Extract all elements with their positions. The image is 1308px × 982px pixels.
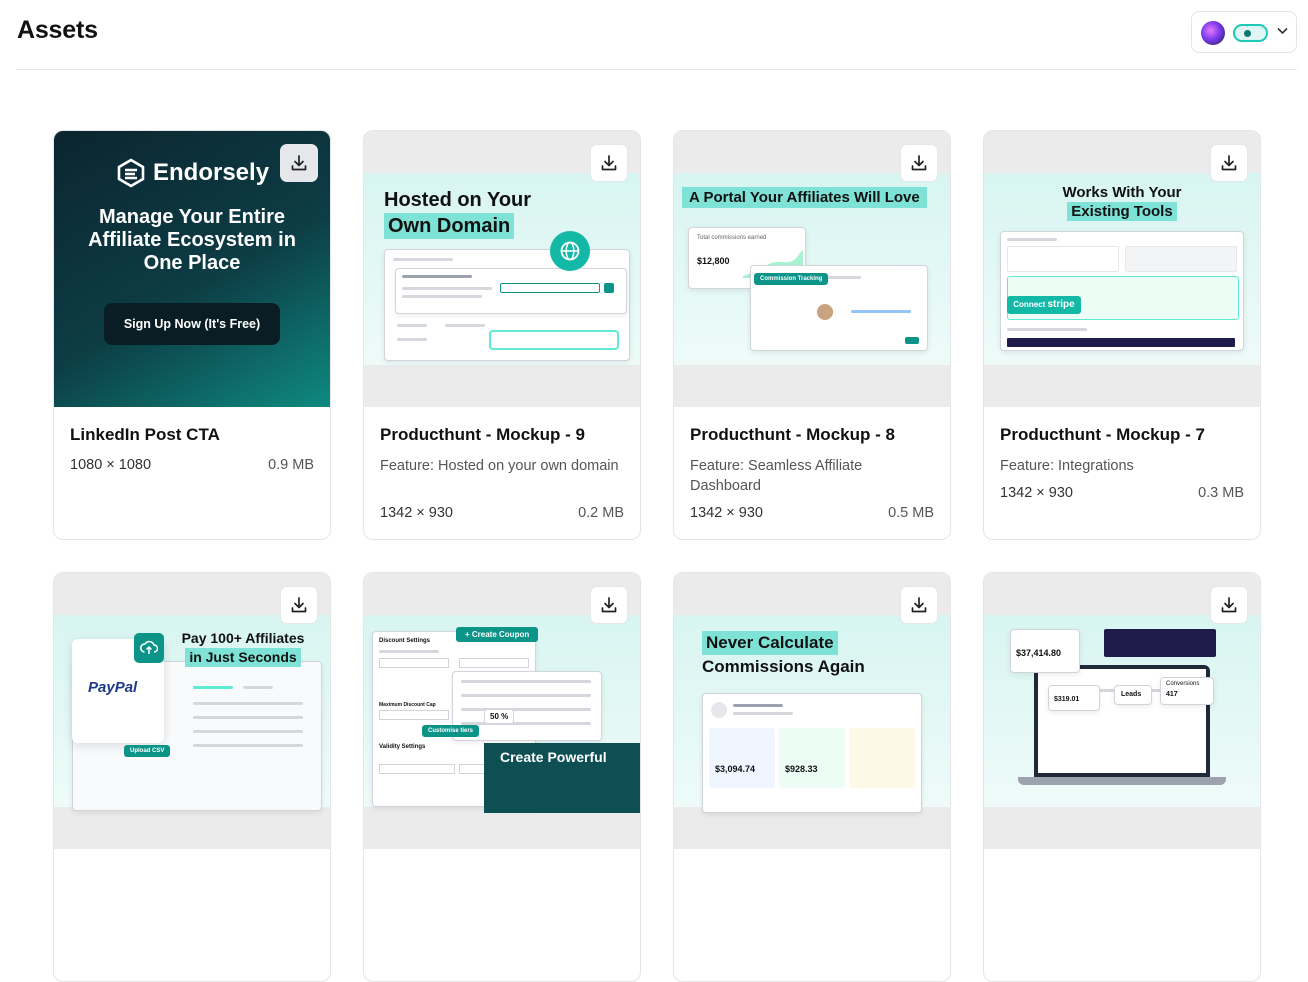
asset-card[interactable]: $37,414.80 $319.01 Leads Conversions 417 (983, 572, 1261, 982)
upload-csv-chip: Upload CSV (124, 745, 171, 757)
asset-card[interactable]: Endorsely Manage Your Entire Affiliate E… (53, 130, 331, 540)
asset-dimensions: 1080 × 1080 (70, 457, 152, 473)
download-icon (1221, 155, 1237, 171)
banner-headline: Hosted on Your (384, 189, 532, 211)
commission-tracking-chip: Commission Tracking (754, 273, 829, 285)
asset-file-size: 0.3 MB (1198, 485, 1244, 501)
banner-headline: A Portal Your Affiliates Will Love (682, 187, 927, 208)
asset-file-size: 0.9 MB (268, 457, 314, 473)
download-icon (911, 597, 927, 613)
status-toggle[interactable] (1233, 24, 1268, 42)
avatar (1201, 21, 1225, 45)
upload-cloud-icon (134, 633, 164, 663)
mock-settings-window (384, 249, 630, 361)
asset-card[interactable]: Hosted on Your Own Domain Producthunt - … (363, 130, 641, 540)
asset-card[interactable]: Never Calculate Commissions Again $3,094… (673, 572, 951, 982)
download-icon (291, 155, 307, 171)
download-button[interactable] (900, 586, 938, 624)
endorsely-logo: Endorsely (116, 158, 269, 188)
download-button[interactable] (590, 144, 628, 182)
asset-description: Feature: Hosted on your own domain (380, 458, 619, 474)
banner-footer-text: Create Powerful (484, 743, 640, 813)
asset-title: Producthunt - Mockup - 8 (690, 425, 895, 444)
globe-icon (550, 231, 590, 271)
banner-headline-highlight: in Just Seconds (185, 648, 301, 667)
mock-commissions-window: $3,094.74 $928.33 (702, 693, 922, 813)
download-button[interactable] (280, 144, 318, 182)
download-icon (1221, 597, 1237, 613)
chevron-down-icon (1277, 26, 1288, 38)
banner-headline-highlight: Never Calculate (702, 631, 838, 655)
create-coupon-button: + Create Coupon (456, 627, 539, 642)
signup-cta: Sign Up Now (It's Free) (104, 303, 280, 345)
asset-card[interactable]: Works With Your Existing Tools Connect s… (983, 130, 1261, 540)
asset-title: Producthunt - Mockup - 7 (1000, 425, 1205, 444)
download-button[interactable] (1210, 144, 1248, 182)
banner-headline-highlight: Own Domain (384, 213, 515, 239)
asset-file-size: 0.5 MB (888, 505, 934, 521)
asset-description: Feature: Integrations (1000, 458, 1134, 474)
page-header: Assets (16, 0, 1297, 70)
download-icon (911, 155, 927, 171)
asset-dimensions: 1342 × 930 (1000, 485, 1073, 501)
asset-card[interactable]: Discount Settings Maximum Discount Cap V… (363, 572, 641, 982)
mock-leads-card: Leads (1114, 685, 1152, 705)
asset-dimensions: 1342 × 930 (690, 505, 763, 521)
page-title: Assets (17, 16, 98, 44)
download-button[interactable] (590, 586, 628, 624)
download-icon (601, 597, 617, 613)
asset-file-size: 0.2 MB (578, 505, 624, 521)
asset-card[interactable]: PayPal Pay 100+ Affiliates in Just Secon… (53, 572, 331, 982)
mock-integrations-window: Connect stripe (1000, 231, 1244, 351)
asset-dimensions: 1342 × 930 (380, 505, 453, 521)
download-button[interactable] (1210, 586, 1248, 624)
percent-badge: 50 % (484, 709, 515, 724)
download-icon (601, 155, 617, 171)
account-switcher[interactable] (1191, 11, 1297, 53)
asset-description: Feature: Seamless Affiliate Dashboard (690, 458, 863, 494)
asset-title: LinkedIn Post CTA (70, 425, 220, 444)
endorsely-logo-icon (117, 158, 145, 188)
banner-headline: Pay 100+ Affiliates (181, 630, 305, 646)
banner-headline: Commissions Again (702, 657, 865, 676)
asset-card[interactable]: A Portal Your Affiliates Will Love Total… (673, 130, 951, 540)
banner-headline: Works With Your (1062, 184, 1182, 201)
download-icon (291, 597, 307, 613)
mock-aov-card: $319.01 (1048, 685, 1100, 711)
download-button[interactable] (280, 586, 318, 624)
mock-conversions-card: Conversions 417 (1160, 677, 1214, 705)
customise-tiers-chip: Customise tiers (422, 725, 480, 737)
banner-headline-highlight: Existing Tools (1067, 202, 1177, 221)
connect-stripe-button: Connect stripe (1007, 296, 1081, 314)
download-button[interactable] (900, 144, 938, 182)
mock-revenue-card: $37,414.80 (1010, 629, 1080, 673)
asset-title: Producthunt - Mockup - 9 (380, 425, 585, 444)
banner-headline: Manage Your Entire Affiliate Ecosystem i… (88, 206, 296, 274)
